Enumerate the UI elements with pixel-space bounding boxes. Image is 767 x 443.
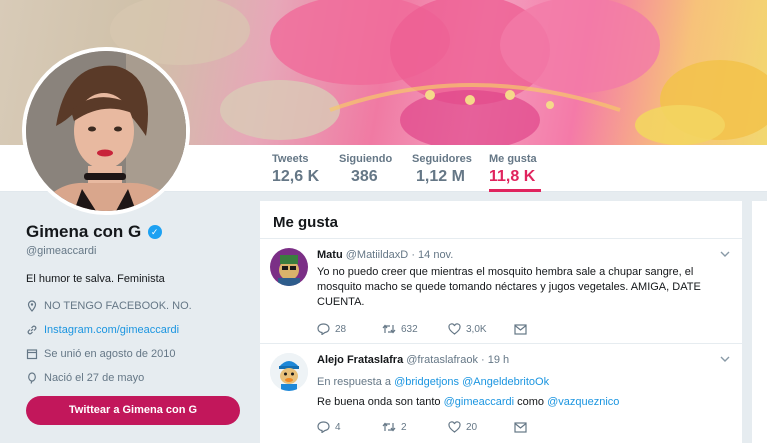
- reply-context-label: En respuesta a: [317, 376, 391, 388]
- mention-link[interactable]: @bridgetjons: [394, 376, 459, 388]
- joined-text: Se unió en agosto de 2010: [44, 348, 176, 360]
- tweet-text-part: Re buena onda son tanto: [317, 396, 441, 408]
- like-button[interactable]: 3,0K: [448, 323, 514, 335]
- nav-tweets[interactable]: Tweets 12,6 K: [272, 153, 319, 186]
- tweet-header: Matu @MatiildaxD · 14 nov.: [317, 249, 453, 261]
- like-count: 20: [466, 421, 478, 433]
- location-pin-icon: [26, 300, 40, 312]
- profile-avatar[interactable]: [22, 47, 190, 215]
- retweet-icon: [382, 324, 396, 334]
- nav-following-label: Siguiendo: [339, 153, 393, 165]
- reply-button[interactable]: 4: [317, 421, 382, 433]
- nav-following[interactable]: Siguiendo 386: [339, 153, 392, 186]
- tweet-to-button[interactable]: Twittear a Gimena con G: [26, 396, 240, 425]
- reply-icon: [317, 421, 330, 433]
- calendar-icon: [26, 348, 40, 360]
- profile-birthday: Nació el 27 de mayo: [26, 371, 246, 385]
- reply-button[interactable]: 28: [317, 323, 382, 335]
- reply-count: 4: [335, 421, 341, 433]
- profile-bio: El humor te salva. Feminista: [26, 273, 165, 285]
- heart-icon: [448, 421, 461, 433]
- tweet-author-handle[interactable]: @frataslafraok: [406, 354, 478, 366]
- like-button[interactable]: 20: [448, 421, 514, 433]
- direct-message-button[interactable]: [514, 421, 532, 433]
- retweet-count: 2: [401, 421, 407, 433]
- tweet-author-avatar[interactable]: [270, 248, 308, 286]
- tweet-item[interactable]: Alejo Frataslafra @frataslafraok · 19 h …: [260, 345, 742, 443]
- chevron-down-icon[interactable]: [720, 355, 730, 366]
- tweet-item[interactable]: Matu @MatiildaxD · 14 nov. Yo no puedo c…: [260, 240, 742, 344]
- verified-badge-icon: ✓: [147, 225, 162, 239]
- tweet-author-name[interactable]: Matu: [317, 249, 343, 261]
- reply-context: En respuesta a @bridgetjons @Angeldebrit…: [317, 375, 722, 390]
- nav-likes[interactable]: Me gusta 11,8 K: [489, 153, 541, 192]
- balloon-icon: [26, 372, 40, 384]
- reply-count: 28: [335, 323, 347, 335]
- birthday-text: Nació el 27 de mayo: [44, 372, 145, 384]
- retweet-count: 632: [401, 323, 418, 335]
- reply-icon: [317, 323, 330, 335]
- tweet-actions: 28 632 3,0K: [317, 323, 532, 335]
- nav-followers-count: 1,12 M: [416, 168, 465, 185]
- profile-website: Instagram.com/gimeaccardi: [26, 323, 246, 337]
- right-sidebar: [752, 201, 767, 443]
- profile-card: Gimena con G ✓ @gimeaccardi El humor te …: [26, 222, 246, 425]
- like-count: 3,0K: [466, 323, 487, 335]
- tweet-timestamp[interactable]: · 19 h: [481, 354, 509, 366]
- tweet-author-name[interactable]: Alejo Frataslafra: [317, 354, 403, 366]
- tweet-text: Yo no puedo creer que mientras el mosqui…: [317, 266, 701, 308]
- nav-tweets-label: Tweets: [272, 153, 309, 165]
- heart-icon: [448, 323, 461, 335]
- envelope-icon: [514, 323, 527, 335]
- tweet-actions: 4 2 20: [317, 421, 532, 433]
- envelope-icon: [514, 421, 527, 433]
- link-icon: [26, 324, 40, 336]
- nav-followers[interactable]: Seguidores 1,12 M: [412, 153, 472, 186]
- profile-handle[interactable]: @gimeaccardi: [26, 245, 246, 257]
- profile-joined: Se unió en agosto de 2010: [26, 347, 246, 361]
- retweet-button[interactable]: 632: [382, 323, 448, 335]
- mention-link[interactable]: @vazqueznico: [547, 396, 619, 408]
- profile-location: NO TENGO FACEBOOK. NO.: [26, 299, 246, 313]
- mention-link[interactable]: @AngeldebritoOk: [462, 376, 549, 388]
- tweet-author-avatar[interactable]: [270, 353, 308, 391]
- tweet-timestamp[interactable]: · 14 nov.: [411, 249, 453, 261]
- timeline-title: Me gusta: [260, 201, 742, 239]
- direct-message-button[interactable]: [514, 323, 532, 335]
- profile-name[interactable]: Gimena con G: [26, 222, 141, 242]
- mention-link[interactable]: @gimeaccardi: [444, 396, 514, 408]
- website-link[interactable]: Instagram.com/gimeaccardi: [44, 324, 179, 336]
- tweet-header: Alejo Frataslafra @frataslafraok · 19 h: [317, 354, 509, 366]
- likes-timeline: Me gusta Matu @MatiildaxD · 14 nov. Yo n…: [260, 201, 742, 443]
- nav-tweets-count: 12,6 K: [272, 168, 320, 185]
- tweet-author-handle[interactable]: @MatiildaxD: [346, 249, 409, 261]
- nav-followers-label: Seguidores: [412, 153, 472, 165]
- nav-likes-count: 11,8 K: [489, 168, 536, 185]
- retweet-icon: [382, 422, 396, 432]
- nav-likes-label: Me gusta: [489, 153, 537, 165]
- tweet-text-part: como: [517, 396, 545, 408]
- tweet-text: Re buena onda son tanto @gimeaccardi com…: [317, 395, 722, 410]
- nav-following-count: 386: [351, 168, 378, 185]
- retweet-button[interactable]: 2: [382, 421, 448, 433]
- location-text: NO TENGO FACEBOOK. NO.: [44, 300, 192, 312]
- chevron-down-icon[interactable]: [720, 250, 730, 261]
